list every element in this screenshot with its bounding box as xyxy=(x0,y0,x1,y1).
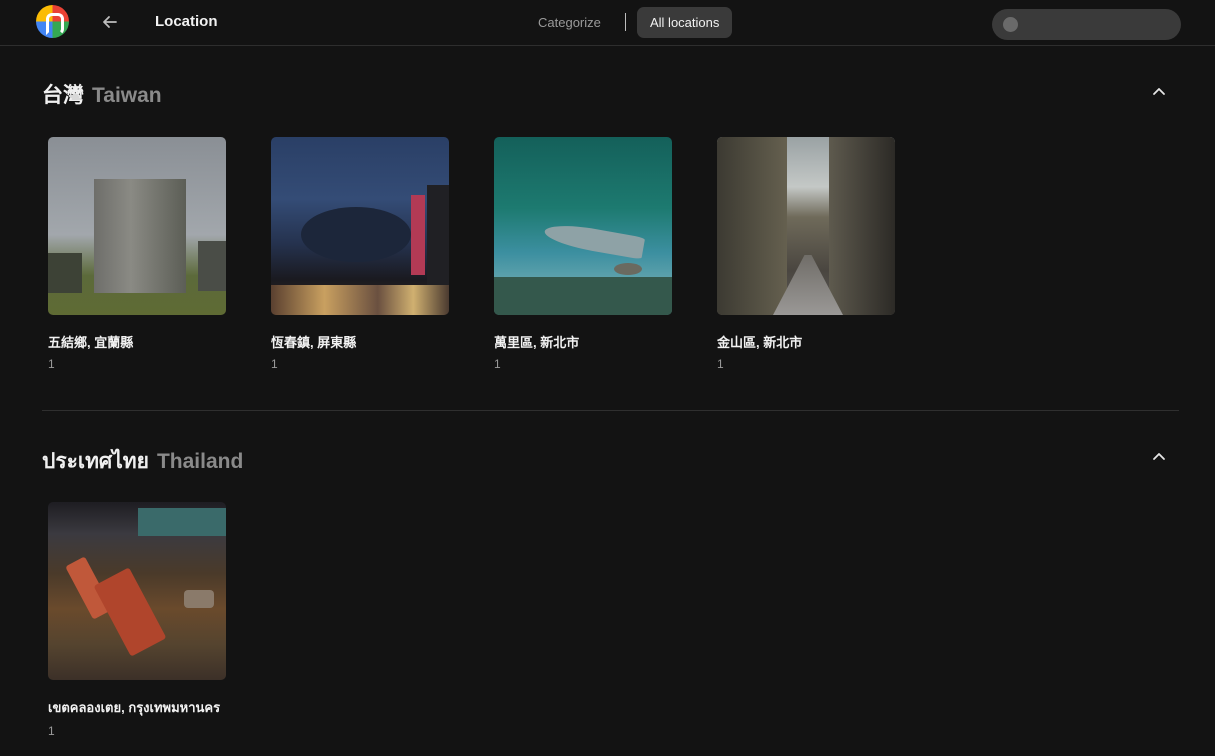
location-name: เขตคลองเตย, กรุงเทพมหานคร xyxy=(48,700,221,715)
arrow-left-icon xyxy=(103,16,117,28)
section-title-native: ประเทศไทย xyxy=(42,450,149,473)
location-thumbnail xyxy=(48,502,226,680)
section-title-taiwan: 台灣 Taiwan xyxy=(42,79,162,109)
chevron-up-icon xyxy=(1153,453,1165,460)
location-card[interactable]: 萬里區, 新北市 1 xyxy=(494,137,672,371)
location-name: 萬里區, 新北市 xyxy=(494,335,580,350)
location-count: 1 xyxy=(48,357,55,371)
tab-divider xyxy=(625,13,626,31)
location-thumbnail xyxy=(271,137,449,315)
section-title-english: Taiwan xyxy=(92,84,162,107)
location-count: 1 xyxy=(48,724,55,738)
search-field[interactable] xyxy=(992,9,1181,40)
tab-all-locations[interactable]: All locations xyxy=(637,7,733,38)
location-count: 1 xyxy=(494,357,501,371)
location-thumbnail xyxy=(48,137,226,315)
collapse-taiwan-button[interactable] xyxy=(1146,78,1172,104)
location-count: 1 xyxy=(717,357,724,371)
back-button[interactable] xyxy=(96,8,124,36)
tab-categorize[interactable]: Categorize xyxy=(526,8,613,37)
location-name: 金山區, 新北市 xyxy=(717,335,803,350)
location-thumbnail xyxy=(494,137,672,315)
chevron-up-icon xyxy=(1153,88,1165,95)
location-card[interactable]: 五結鄉, 宜蘭縣 1 xyxy=(48,137,226,371)
section-title-english: Thailand xyxy=(156,450,244,473)
location-count: 1 xyxy=(271,357,278,371)
palette-icon xyxy=(1003,17,1018,32)
location-card[interactable]: เขตคลองเตย, กรุงเทพมหานคร 1 xyxy=(48,502,226,738)
app-logo-icon[interactable] xyxy=(36,5,69,38)
top-bar: Location Categorize All locations xyxy=(0,0,1215,46)
location-name: 恆春鎮, 屏東縣 xyxy=(271,335,357,350)
location-card[interactable]: 金山區, 新北市 1 xyxy=(717,137,895,371)
section-divider xyxy=(42,410,1179,411)
section-title-native: 台灣 xyxy=(42,84,84,107)
collapse-thailand-button[interactable] xyxy=(1146,443,1172,469)
location-card[interactable]: 恆春鎮, 屏東縣 1 xyxy=(271,137,449,371)
section-title-thailand: ประเทศไทย Thailand xyxy=(42,445,243,478)
page-title: Location xyxy=(155,13,218,30)
search-input[interactable] xyxy=(1022,9,1172,40)
location-thumbnail xyxy=(717,137,895,315)
location-name: 五結鄉, 宜蘭縣 xyxy=(48,335,134,350)
